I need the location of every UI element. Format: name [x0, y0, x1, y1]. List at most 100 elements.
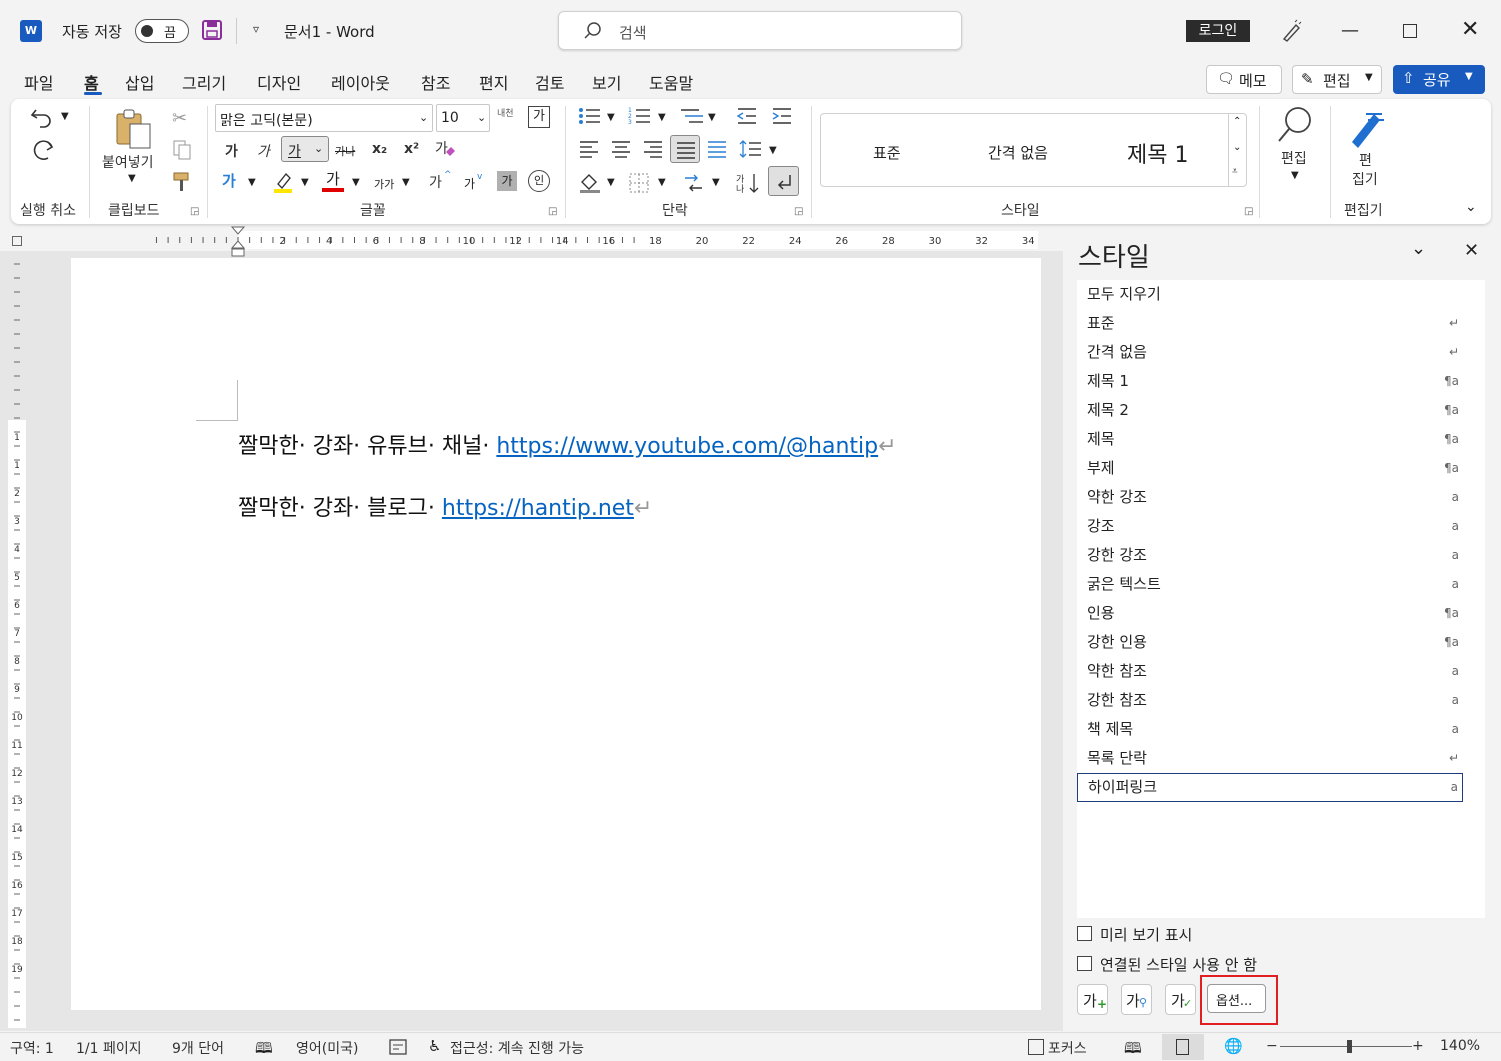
autosave-toggle[interactable]: 끔 — [135, 19, 189, 43]
focus-icon[interactable] — [1028, 1039, 1044, 1055]
designer-pen-icon[interactable] — [1280, 19, 1302, 43]
chevron-down-icon[interactable]: ▼ — [712, 177, 720, 188]
vertical-ruler[interactable]: 1 1 2 3 4 5 6 7 8 9 10 11 12 13 14 15 16 17 18 19 — [2, 258, 32, 1028]
tab-review[interactable]: 검토 — [535, 70, 564, 94]
show-formatting-marks-button[interactable] — [768, 166, 799, 196]
style-item[interactable]: 굵은 텍스트 a — [1077, 570, 1463, 599]
align-left-icon[interactable] — [578, 139, 600, 159]
accessibility-icon[interactable]: ♿ — [428, 1037, 441, 1055]
italic-button[interactable]: 가 — [257, 141, 270, 161]
save-icon[interactable] — [201, 19, 223, 41]
decrease-indent-icon[interactable] — [736, 106, 758, 126]
paste-icon[interactable] — [114, 108, 152, 150]
new-style-button[interactable]: 가 + — [1077, 984, 1108, 1015]
underline-button[interactable]: 가 ⌄ — [281, 136, 329, 162]
style-item[interactable]: 제목 ¶a — [1077, 425, 1463, 454]
style-item[interactable]: 하이퍼링크 a — [1077, 773, 1463, 802]
youtube-hyperlink[interactable]: https://www.youtube.com/@hantip — [496, 434, 878, 459]
copy-icon[interactable] — [172, 139, 192, 161]
login-button[interactable]: 로그인 — [1186, 20, 1250, 42]
distributed-icon[interactable] — [706, 139, 728, 159]
clipboard-launcher-icon[interactable]: ◲ — [190, 206, 199, 217]
paragraph-launcher-icon[interactable]: ◲ — [794, 206, 803, 217]
change-case-button[interactable]: 가가 — [374, 176, 394, 192]
editor-label-1[interactable]: 편 — [1359, 150, 1372, 170]
editing-label[interactable]: 편집 — [1281, 148, 1307, 168]
tab-file[interactable]: 파일 — [24, 70, 53, 94]
font-launcher-icon[interactable]: ◲ — [548, 206, 557, 217]
style-item[interactable]: 표준 ↵ — [1077, 309, 1463, 338]
gallery-style-no-spacing[interactable]: 간격 없음 — [988, 142, 1048, 163]
disable-linked-styles-checkbox[interactable] — [1077, 956, 1092, 971]
undo-icon[interactable] — [30, 106, 54, 128]
share-button[interactable]: ⇧ 공유 ▼ — [1393, 65, 1485, 94]
status-language[interactable]: 영어(미국) — [296, 1038, 358, 1058]
styles-launcher-icon[interactable]: ◲ — [1244, 206, 1253, 217]
read-mode-icon[interactable]: 🕮 — [1124, 1038, 1142, 1061]
font-size-select[interactable]: 10 ⌄ — [436, 104, 490, 132]
gallery-style-heading1[interactable]: 제목 1 — [1127, 137, 1188, 169]
style-item[interactable]: 제목 2 ¶a — [1077, 396, 1463, 425]
borders-icon[interactable] — [628, 172, 650, 194]
tab-view[interactable]: 보기 — [592, 70, 621, 94]
style-inspector-button[interactable]: 가 ⚲ — [1121, 984, 1152, 1015]
status-words[interactable]: 9개 단어 — [172, 1038, 224, 1058]
options-button[interactable]: 옵션... — [1207, 984, 1266, 1013]
style-item[interactable]: 제목 1 ¶a — [1077, 367, 1463, 396]
strikethrough-button[interactable]: 가나 — [335, 143, 355, 159]
zoom-slider-track[interactable] — [1280, 1046, 1412, 1047]
find-icon[interactable] — [1276, 105, 1314, 145]
style-item[interactable]: 강한 참조 a — [1077, 686, 1463, 715]
status-focus[interactable]: 포커스 — [1048, 1038, 1087, 1058]
document-paragraph-1[interactable]: 짤막한· 강좌· 유튜브· 채널· https://www.youtube.co… — [238, 428, 897, 460]
bold-button[interactable]: 가 — [225, 141, 238, 161]
text-predictions-icon[interactable] — [389, 1039, 407, 1055]
bullets-icon[interactable] — [578, 106, 602, 126]
paste-label[interactable]: 붙여넣기 — [102, 152, 154, 172]
increase-indent-icon[interactable] — [771, 106, 793, 126]
more-styles-icon[interactable]: ⩡ — [1232, 166, 1238, 177]
show-preview-checkbox[interactable] — [1077, 926, 1092, 941]
style-item[interactable]: 강한 인용 ¶a — [1077, 628, 1463, 657]
chevron-down-icon[interactable]: ▼ — [708, 112, 716, 123]
search-box[interactable]: 검색 — [558, 11, 962, 50]
style-item[interactable]: 간격 없음 ↵ — [1077, 338, 1463, 367]
format-painter-icon[interactable] — [172, 171, 192, 193]
enclose-characters-button[interactable]: 인 — [528, 170, 550, 192]
collapse-ribbon-icon[interactable]: ⌄ — [1465, 199, 1477, 215]
clear-formatting-icon[interactable]: 가 — [433, 138, 457, 162]
zoom-level[interactable]: 140% — [1440, 1038, 1480, 1054]
status-page[interactable]: 1/1 페이지 — [76, 1038, 142, 1058]
editor-label-2[interactable]: 집기 — [1352, 169, 1378, 189]
editor-icon[interactable] — [1346, 108, 1386, 148]
shading-icon[interactable] — [578, 172, 602, 194]
style-item[interactable]: 약한 참조 a — [1077, 657, 1463, 686]
cut-icon[interactable]: ✂ — [172, 108, 187, 129]
text-effects-icon[interactable]: 가 — [222, 170, 244, 192]
status-section[interactable]: 구역: 1 — [10, 1038, 54, 1058]
editing-mode-button[interactable]: ✎ 편집 ▼ — [1292, 65, 1382, 94]
highlight-icon[interactable] — [272, 170, 294, 194]
line-spacing-icon[interactable] — [739, 139, 763, 159]
indent-marker-icon[interactable] — [230, 226, 246, 258]
paste-dropdown-icon[interactable]: ▼ — [128, 173, 136, 184]
style-item[interactable]: 강조 a — [1077, 512, 1463, 541]
numbering-icon[interactable]: 123 — [628, 106, 652, 126]
shrink-font-button[interactable]: 가 — [464, 175, 475, 192]
tab-selector-icon[interactable] — [12, 236, 22, 246]
tab-design[interactable]: 디자인 — [257, 70, 301, 94]
tab-draw[interactable]: 그리기 — [182, 70, 226, 94]
close-pane-icon[interactable]: ✕ — [1464, 240, 1479, 261]
maximize-button[interactable] — [1403, 24, 1417, 38]
chevron-down-icon[interactable]: ▼ — [352, 177, 360, 188]
style-item[interactable]: 인용 ¶a — [1077, 599, 1463, 628]
tab-insert[interactable]: 삽입 — [125, 70, 154, 94]
superscript-button[interactable]: x² — [404, 141, 419, 157]
horizontal-ruler[interactable]: 2 4 6 8 10 12 14 16 18 20 22 24 26 28 30 32 34 — [71, 229, 1041, 251]
document-paragraph-2[interactable]: 짤막한· 강좌· 블로그· https://hantip.net↵ — [238, 490, 652, 522]
chevron-down-icon[interactable]: ▼ — [658, 177, 666, 188]
memo-button[interactable]: 🗨 메모 — [1206, 65, 1282, 94]
proofing-book-icon[interactable]: 🕮 — [255, 1038, 273, 1061]
chevron-down-icon[interactable]: ▼ — [607, 112, 615, 123]
phonetic-guide-icon[interactable]: 내천 — [497, 106, 514, 119]
